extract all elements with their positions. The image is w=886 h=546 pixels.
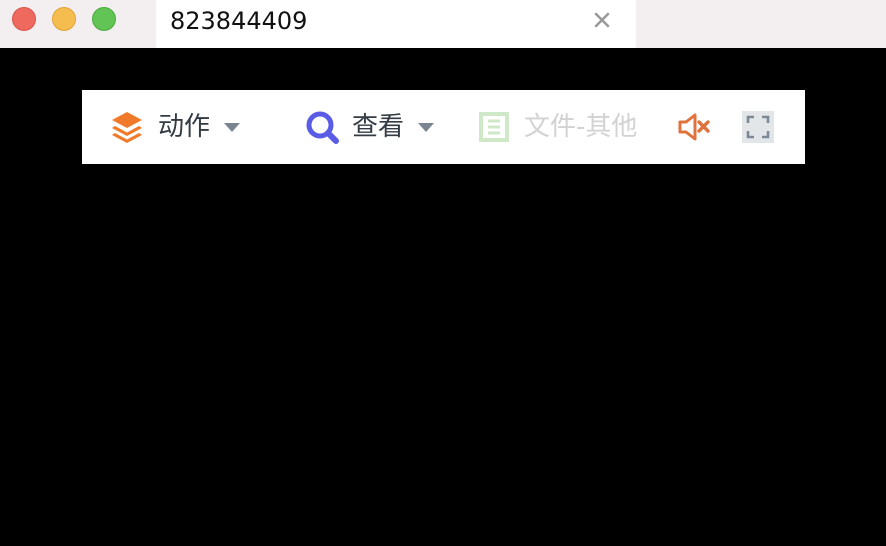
tab-active[interactable]: 823844409 bbox=[156, 0, 636, 48]
file-other-menu-label: 文件-其他 bbox=[524, 112, 638, 142]
chevron-down-icon bbox=[224, 122, 241, 132]
search-icon bbox=[304, 109, 340, 145]
window-titlebar: 823844409 bbox=[0, 0, 886, 48]
file-icon bbox=[478, 111, 510, 143]
minimize-window-button[interactable] bbox=[52, 7, 76, 31]
tab-close-icon[interactable] bbox=[592, 10, 612, 30]
layers-icon bbox=[108, 108, 146, 146]
tab-title: 823844409 bbox=[170, 7, 308, 35]
close-window-button[interactable] bbox=[12, 7, 36, 31]
fullscreen-icon bbox=[742, 111, 774, 143]
fullscreen-button[interactable] bbox=[742, 90, 774, 164]
maximize-window-button[interactable] bbox=[92, 7, 116, 31]
file-other-menu-button[interactable]: 文件-其他 bbox=[478, 90, 637, 164]
action-menu-button[interactable]: 动作 bbox=[108, 90, 241, 164]
remote-toolbar: 动作 查看 文件-其他 bbox=[82, 90, 805, 164]
chevron-down-icon bbox=[418, 122, 435, 132]
view-menu-label: 查看 bbox=[352, 112, 405, 142]
action-menu-label: 动作 bbox=[158, 112, 211, 142]
speaker-muted-icon bbox=[676, 109, 712, 145]
mute-button[interactable] bbox=[676, 90, 712, 164]
view-menu-button[interactable]: 查看 bbox=[304, 90, 435, 164]
